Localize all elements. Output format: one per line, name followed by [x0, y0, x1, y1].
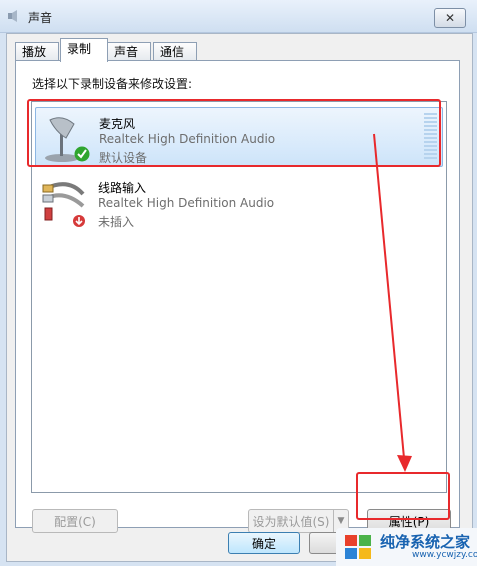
tab-recording[interactable]: 录制 [60, 38, 108, 62]
watermark-title: 纯净系统之家 [380, 533, 471, 551]
watermark: 纯净系统之家 www.ycwjzy.com [336, 528, 477, 566]
annotation-arrow [373, 133, 412, 472]
watermark-url: www.ycwjzy.com [412, 550, 477, 560]
windows-logo-icon [345, 535, 371, 559]
